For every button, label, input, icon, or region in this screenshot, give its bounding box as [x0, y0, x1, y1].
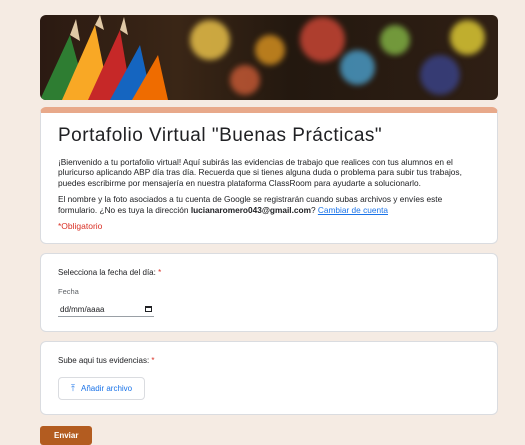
question-upload-card: Sube aqui tus evidencias: * ⤒ Añadir arc… [40, 341, 498, 416]
date-question-label: Selecciona la fecha del día: * [58, 268, 480, 277]
date-sublabel: Fecha [58, 287, 79, 297]
upload-question-text: Sube aqui tus evidencias: [58, 356, 152, 366]
required-star: * [151, 356, 155, 366]
submit-button[interactable]: Enviar [40, 426, 93, 445]
add-file-button[interactable]: ⤒ Añadir archivo [58, 377, 146, 401]
date-placeholder: dd/mm/aaaa [60, 304, 105, 314]
pencils-illustration [40, 15, 168, 100]
calendar-icon[interactable] [145, 306, 152, 313]
form-title: Portafolio Virtual "Buenas Prácticas" [58, 125, 383, 146]
upload-question-label: Sube aqui tus evidencias: * [58, 356, 480, 365]
header-banner-image [40, 15, 498, 100]
question-date-card: Selecciona la fecha del día: * Fecha dd/… [40, 253, 498, 333]
form-header-card: Portafolio Virtual "Buenas Prácticas" ¡B… [40, 107, 498, 245]
date-input[interactable]: dd/mm/aaaa [58, 302, 154, 318]
account-notice: El nombre y la foto asociados a tu cuent… [58, 194, 480, 215]
account-email: lucianaromero043@gmail.com [190, 204, 311, 215]
required-note: *Obligatorio [58, 221, 103, 232]
upload-icon: ⤒ [71, 383, 75, 394]
required-star: * [158, 268, 162, 278]
account-text-after: ? [310, 204, 318, 215]
change-account-link[interactable]: Cambiar de cuenta [318, 205, 388, 215]
form-container: Portafolio Virtual "Buenas Prácticas" ¡B… [40, 15, 498, 416]
form-description: ¡Bienvenido a tu portafolio virtual! Aqu… [58, 157, 480, 215]
date-question-text: Selecciona la fecha del día: [58, 268, 159, 278]
description-text: ¡Bienvenido a tu portafolio virtual! Aqu… [58, 157, 462, 188]
add-file-label: Añadir archivo [80, 384, 133, 394]
